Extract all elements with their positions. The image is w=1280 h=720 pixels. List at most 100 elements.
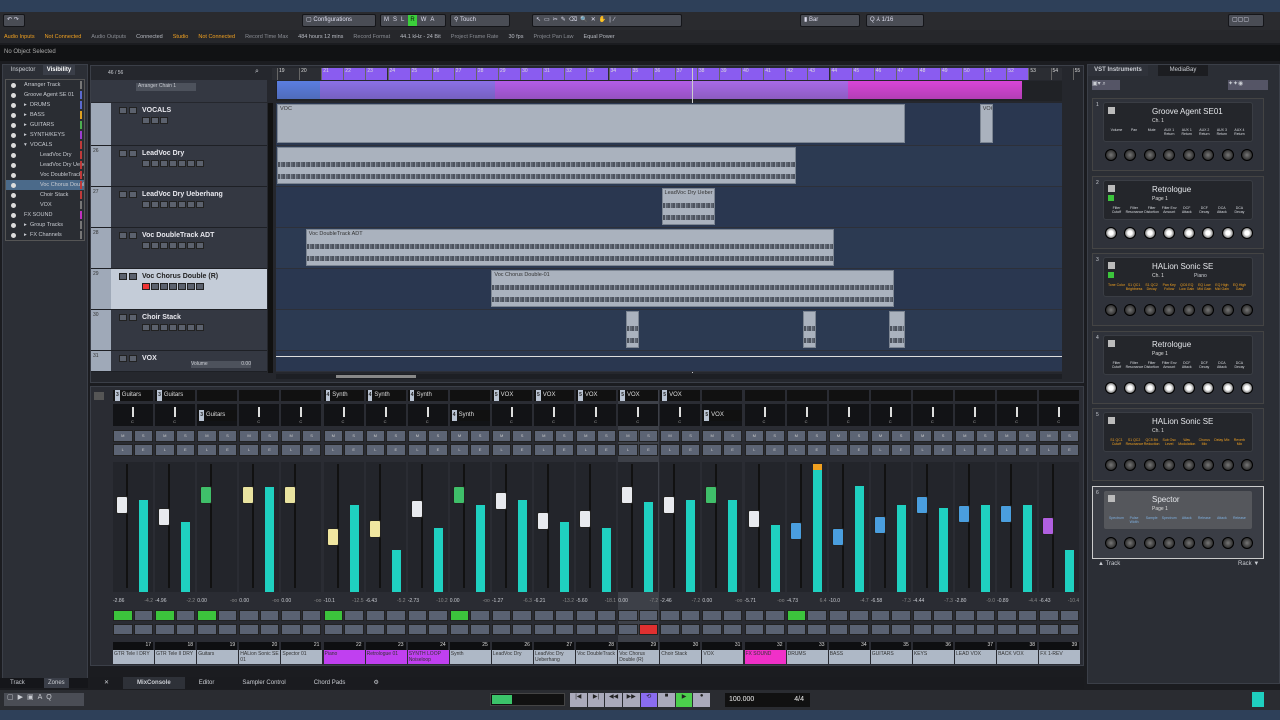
pan-control[interactable]: C [618, 404, 659, 426]
track-header[interactable]: 28 Voc DoubleTrack ADT [91, 228, 267, 269]
pan-control[interactable]: C [407, 404, 448, 426]
pan-control[interactable]: C [1039, 404, 1080, 426]
volume-fader[interactable] [873, 516, 886, 534]
monitor-buttons[interactable] [702, 610, 743, 621]
knob[interactable] [1221, 149, 1234, 161]
routing-slot[interactable] [281, 390, 322, 401]
play-button[interactable]: ▶ [675, 693, 693, 707]
audio-clip[interactable]: Voc DoubleTrack ADT [305, 229, 834, 266]
routing-slot[interactable] [1039, 390, 1080, 401]
channel-name[interactable]: DRUMS [786, 650, 828, 664]
ruler[interactable]: 19 20 21 22 23 24 25 26 27 28 29 30 31 32 33 34 35 36 37 38… [272, 68, 1080, 80]
track-header[interactable]: 27 LeadVoc Dry Ueberhang [91, 187, 267, 228]
record-buttons[interactable] [407, 624, 448, 635]
visibility-item[interactable]: VOX [6, 200, 84, 210]
tab-mixconsole[interactable]: MixConsole [123, 677, 185, 689]
listen-edit-buttons[interactable]: LE [870, 444, 911, 456]
mute-solo-buttons[interactable] [119, 314, 137, 321]
knob[interactable] [1143, 304, 1156, 316]
track-control-buttons[interactable] [142, 242, 204, 249]
routing-slot[interactable] [449, 390, 490, 401]
mode-button-l[interactable]: L [401, 15, 404, 26]
rack-footer-rack[interactable]: Rack ▼ [1238, 561, 1259, 567]
routing-slot[interactable] [870, 390, 911, 401]
mute-solo-buttons[interactable]: MS [323, 430, 364, 442]
channel-name[interactable]: Voc Chorus Double (R) [618, 650, 660, 664]
volume-readout[interactable]: -2.46 -7.2 [660, 598, 700, 604]
volume-readout[interactable]: 0.00 -oo [450, 598, 490, 604]
visibility-toggle-icon[interactable] [11, 183, 16, 188]
visibility-toggle-icon[interactable] [11, 143, 16, 148]
volume-fader[interactable] [116, 495, 128, 514]
track-control-buttons[interactable] [142, 117, 168, 124]
channel-name[interactable]: FX SOUND [744, 650, 786, 664]
listen-edit-buttons[interactable]: LE [449, 444, 490, 456]
volume-fader[interactable] [621, 486, 634, 504]
power-icon[interactable] [1108, 495, 1115, 502]
knob[interactable] [1124, 227, 1137, 239]
pan-control[interactable]: C [912, 404, 953, 426]
listen-edit-buttons[interactable]: LE [660, 444, 701, 456]
go-to-end-button[interactable]: ▶| [587, 693, 605, 707]
mode-button-w[interactable]: W [421, 15, 427, 26]
routing-slot[interactable] [744, 390, 785, 401]
volume-readout[interactable]: -0.89 -4.4 [997, 598, 1037, 604]
channel-name[interactable]: Piano [323, 650, 365, 664]
pan-control[interactable]: C [660, 404, 701, 426]
volume-readout[interactable]: 0.00 -oo [197, 598, 237, 604]
listen-edit-buttons[interactable]: LE [407, 444, 448, 456]
mute-solo-buttons[interactable]: MS [618, 430, 659, 442]
channel-name[interactable]: BACK VOX [997, 650, 1039, 664]
visibility-toggle-icon[interactable] [11, 113, 16, 118]
knob[interactable] [1163, 459, 1176, 471]
visibility-item[interactable]: ▸ DRUMS [6, 100, 84, 110]
pan-control[interactable]: C [491, 404, 532, 426]
track-header[interactable]: 26 LeadVoc Dry [91, 146, 267, 187]
visibility-item[interactable]: FX SOUND [6, 210, 84, 220]
routing-slot-2[interactable]: 4 Synth [449, 410, 490, 421]
routing-slot-2[interactable]: 3 Guitars [197, 410, 238, 421]
volume-readout[interactable]: -4.96 -2.2 [155, 598, 195, 604]
power-icon[interactable] [1108, 185, 1115, 192]
routing-slot[interactable] [702, 390, 743, 401]
tempo-display[interactable]: 100.000 4/4 [725, 693, 810, 707]
listen-edit-buttons[interactable]: LE [534, 444, 574, 456]
volume-fader[interactable] [200, 486, 213, 504]
channel-name[interactable]: SYNTH LOOP Noiseloop [407, 650, 449, 664]
record-buttons[interactable] [534, 624, 574, 635]
visibility-toggle-icon[interactable] [11, 163, 16, 168]
routing-slot[interactable]: 5 VOX [491, 390, 532, 401]
instrument-slot[interactable]: 3 HALion Sonic SE Piano Ch. 1 Tone Color S1 Q… [1092, 253, 1264, 326]
listen-edit-buttons[interactable]: LE [155, 444, 196, 456]
knob[interactable] [1105, 227, 1117, 239]
tab-mediabay[interactable]: MediaBay [1158, 65, 1208, 76]
channel-name[interactable]: LeadVoc Dry [491, 650, 533, 664]
record-buttons[interactable] [491, 624, 532, 635]
monitor-buttons[interactable] [407, 610, 448, 621]
quantize-dropdown[interactable]: Q ⅄ 1/16 [866, 14, 924, 27]
listen-edit-buttons[interactable]: LE [786, 444, 827, 456]
volume-fader[interactable] [831, 528, 844, 546]
routing-slot[interactable] [997, 390, 1038, 401]
pan-control[interactable]: C [281, 404, 322, 426]
knob[interactable] [1221, 459, 1234, 471]
audio-clip[interactable] [277, 147, 797, 184]
arranger-section[interactable] [495, 81, 690, 99]
pan-control[interactable]: C [576, 404, 617, 426]
power-icon[interactable] [1108, 417, 1115, 424]
channel-name[interactable]: Guitars [197, 650, 239, 664]
listen-edit-buttons[interactable]: LE [113, 444, 153, 456]
mute-solo-buttons[interactable] [119, 191, 137, 198]
track-header[interactable]: 29 Voc Chorus Double (R) [91, 269, 267, 310]
knob[interactable] [1202, 227, 1215, 239]
close-icon[interactable]: ✕ [90, 677, 123, 689]
search-icon[interactable]: ⌕ [255, 68, 259, 76]
monitor-buttons[interactable] [828, 610, 869, 621]
knob[interactable] [1163, 304, 1176, 316]
routing-slot[interactable]: 5 VOX [534, 390, 574, 401]
rewind-button[interactable]: ◀◀ [605, 693, 622, 707]
volume-readout[interactable]: -6.43 -5.2 [366, 598, 406, 604]
visibility-item[interactable]: Voc DoubleTrack AI [6, 170, 84, 180]
arranger-section[interactable] [690, 81, 848, 99]
monitor-buttons[interactable] [660, 610, 701, 621]
